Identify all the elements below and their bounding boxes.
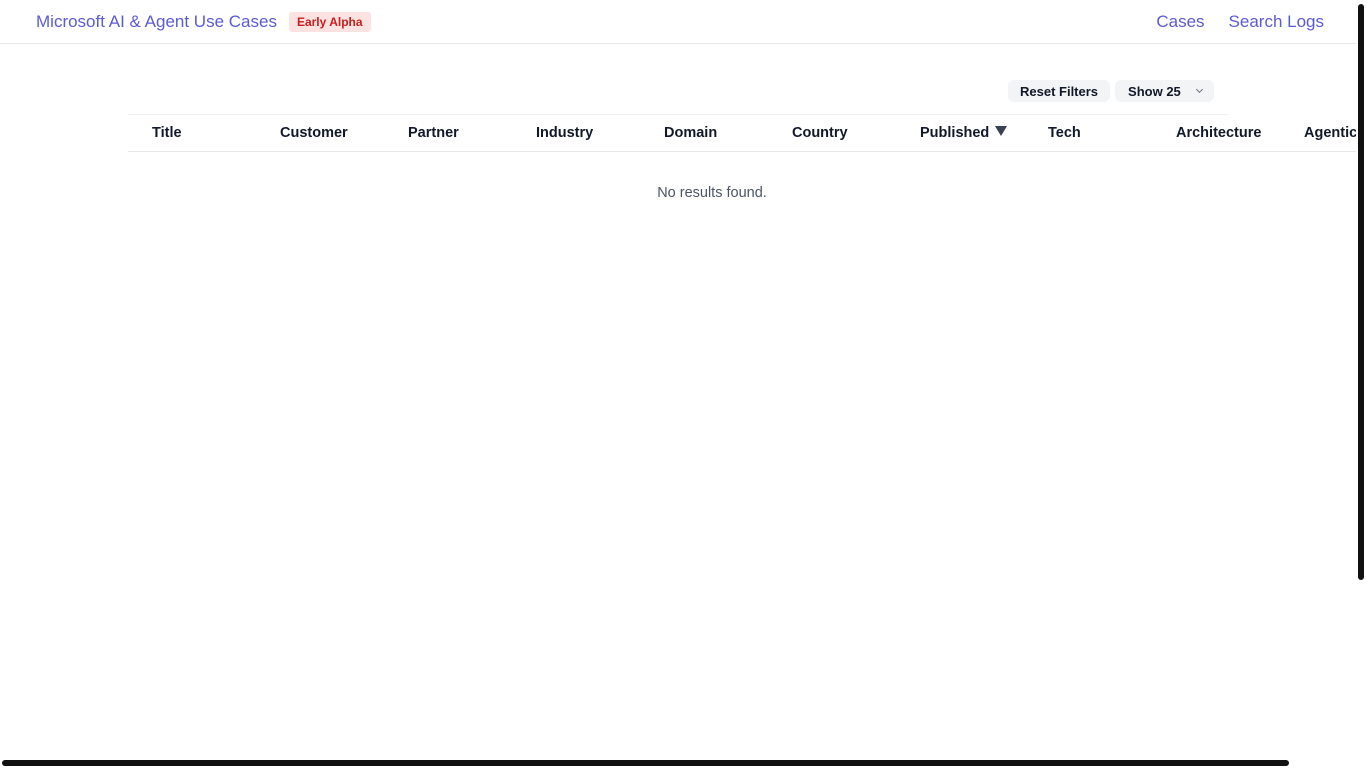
column-header-agentic[interactable]: Agentic xyxy=(1304,115,1356,151)
main-nav: Cases Search Logs xyxy=(1156,12,1324,32)
table-header: Title Customer Partner Industry Domain C… xyxy=(128,115,1356,152)
nav-link-cases[interactable]: Cases xyxy=(1156,12,1204,32)
top-nav-bar: Microsoft AI & Agent Use Cases Early Alp… xyxy=(0,0,1356,44)
nav-link-search-logs[interactable]: Search Logs xyxy=(1229,12,1324,32)
page-size-select[interactable]: Show 25 xyxy=(1115,80,1214,102)
column-header-published[interactable]: Published xyxy=(920,115,1008,151)
app-title[interactable]: Microsoft AI & Agent Use Cases xyxy=(36,12,277,32)
column-header-published-label: Published xyxy=(920,125,990,141)
column-header-customer[interactable]: Customer xyxy=(280,115,348,151)
column-header-country[interactable]: Country xyxy=(792,115,848,151)
page: Microsoft AI & Agent Use Cases Early Alp… xyxy=(0,0,1366,768)
column-header-partner[interactable]: Partner xyxy=(408,115,459,151)
column-header-architecture[interactable]: Architecture xyxy=(1176,115,1261,151)
column-header-industry[interactable]: Industry xyxy=(536,115,593,151)
chevron-down-icon xyxy=(1195,85,1203,94)
column-header-domain[interactable]: Domain xyxy=(664,115,717,151)
table-controls: Reset Filters Show 25 xyxy=(1008,80,1214,102)
horizontal-scrollbar[interactable] xyxy=(2,760,1289,766)
column-header-title[interactable]: Title xyxy=(152,115,182,151)
early-alpha-badge: Early Alpha xyxy=(288,11,371,32)
column-header-tech[interactable]: Tech xyxy=(1048,115,1081,151)
empty-state-message: No results found. xyxy=(657,185,767,201)
brand: Microsoft AI & Agent Use Cases Early Alp… xyxy=(36,11,371,32)
reset-filters-button[interactable]: Reset Filters xyxy=(1008,80,1111,102)
vertical-scrollbar[interactable] xyxy=(1358,4,1364,580)
sort-descending-icon xyxy=(995,126,1008,136)
page-size-label: Show 25 xyxy=(1128,83,1181,99)
